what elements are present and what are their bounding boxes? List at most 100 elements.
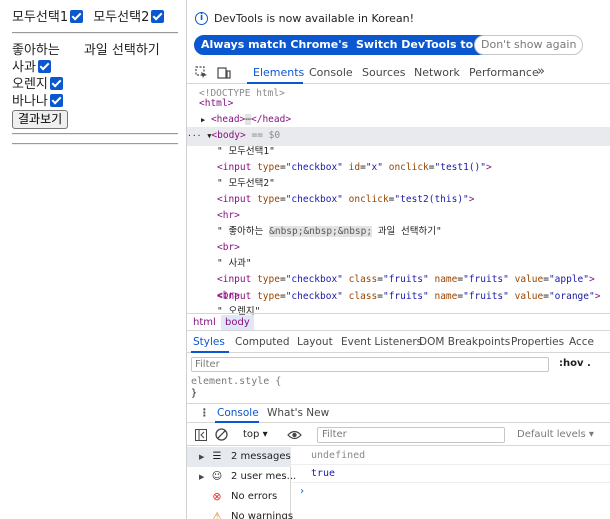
result-button[interactable]: 결과보기 (12, 110, 69, 129)
tab-elements[interactable]: Elements (253, 66, 304, 79)
sidebar-label: No errors (231, 491, 278, 502)
dom-head-close: </head> (251, 114, 292, 125)
element-style-close: } (191, 388, 198, 399)
attr-value: "apple" (548, 274, 589, 285)
drawer-menu-icon[interactable]: ⋮ (199, 407, 210, 419)
console-prompt[interactable]: › (291, 483, 610, 501)
attr-name: type (257, 162, 280, 173)
fruit-banana-label: 바나나 (12, 94, 48, 109)
context-selector[interactable]: top ▾ (243, 429, 268, 440)
expand-arrow-icon[interactable]: ▶ (201, 116, 205, 124)
drawer-tab-console[interactable]: Console (217, 407, 259, 419)
nbsp-entity: &nbsp;&nbsp;&nbsp; (269, 226, 373, 237)
user-icon: ☺ (211, 471, 223, 482)
warning-icon: ⚠ (212, 510, 222, 519)
dom-html-open[interactable]: <html> (199, 95, 233, 113)
fruit-orange-checkbox[interactable] (49, 77, 63, 90)
select-all-2-label: 모두선택2 (93, 10, 150, 25)
dom-input-2[interactable]: <input type="checkbox" onclick="test2(th… (217, 191, 475, 209)
dom-input-apple[interactable]: <input type="checkbox" class="fruits" na… (217, 271, 595, 289)
subtab-layout[interactable]: Layout (297, 336, 333, 348)
subtab-accessibility[interactable]: Acce (569, 336, 594, 348)
subtab-dom-breakpoints[interactable]: DOM Breakpoints (419, 336, 510, 348)
sidebar-label: 2 messages (231, 451, 291, 462)
attr-value: "fruits" (382, 274, 429, 285)
select-all-1-checkbox[interactable] (70, 10, 84, 23)
drawer-tabbar: ⋮ Console What's New (187, 403, 610, 423)
dom-input-1[interactable]: <input type="checkbox" id="x" onclick="t… (217, 159, 492, 177)
error-icon: ⊗ (212, 490, 222, 503)
subtab-styles[interactable]: Styles (193, 336, 225, 348)
tag-close: > (588, 274, 595, 285)
sidebar-item-errors[interactable]: ⊗ No errors (187, 487, 291, 507)
sidebar-label: No warnings (231, 511, 294, 519)
attr-value: "orange" (548, 291, 595, 302)
console-filter-input[interactable]: Filter (317, 427, 505, 443)
select-all-2-checkbox[interactable] (151, 10, 165, 23)
infobar-message: DevTools is now available in Korean! (214, 12, 415, 25)
selected-dots: ··· (187, 131, 202, 140)
fruit-banana-row: 바나나 (12, 93, 63, 110)
sidebar-toggle-icon[interactable] (195, 429, 207, 441)
active-drawer-tab-indicator (215, 421, 259, 423)
default-levels-dropdown[interactable]: Default levels ▾ (517, 429, 594, 440)
attr-name: value (514, 291, 544, 302)
tab-console[interactable]: Console (309, 66, 353, 79)
language-infobar: i DevTools is now available in Korean! A… (187, 0, 610, 62)
web-page: 모두선택1 모두선택2 좋아하는 과일 선택하기 사과 오렌지 바나나 결과보기 (0, 0, 180, 519)
styles-filter-input[interactable]: Filter (191, 357, 549, 372)
dom-text-4[interactable]: " 사과" (217, 255, 252, 273)
attr-name: onclick (388, 162, 429, 173)
heading-like: 좋아하는 (12, 43, 60, 58)
console-result-true: true (291, 465, 610, 483)
fruit-banana-checkbox[interactable] (49, 94, 63, 107)
dom-hr[interactable]: <hr> (217, 207, 240, 225)
clear-console-icon[interactable] (215, 428, 228, 441)
dom-text-1[interactable]: " 모두선택1" (217, 143, 275, 161)
attr-value: "fruits" (382, 291, 429, 302)
eye-icon[interactable] (287, 429, 302, 441)
devtools-tabbar: Elements Console Sources Network Perform… (187, 62, 610, 84)
dont-show-again-button[interactable]: Don't show again (474, 35, 584, 55)
list-icon: ☰ (212, 451, 222, 462)
styles-subtabs: Styles Computed Layout Event Listeners D… (187, 332, 610, 353)
tab-sources[interactable]: Sources (362, 66, 406, 79)
breadcrumb-body[interactable]: body (221, 315, 254, 330)
dom-text-2[interactable]: " 모두선택2" (217, 175, 275, 193)
heading-select: 과일 선택하기 (83, 43, 160, 58)
divider-1 (12, 32, 178, 34)
tab-network[interactable]: Network (414, 66, 460, 79)
inspect-element-icon[interactable] (195, 66, 208, 79)
device-toolbar-icon[interactable] (217, 66, 231, 79)
sidebar-item-user-messages[interactable]: ▶ ☺ 2 user mes... (187, 467, 296, 487)
attr-name: class (348, 291, 378, 302)
subtab-computed[interactable]: Computed (235, 336, 290, 348)
fruit-orange-label: 오렌지 (12, 77, 48, 92)
select-all-row: 모두선택1 모두선택2 (12, 9, 165, 26)
attr-name: name (434, 274, 458, 285)
attr-value: "test2(this)" (394, 194, 469, 205)
drawer-tab-whats-new[interactable]: What's New (267, 407, 329, 419)
subtab-event-listeners[interactable]: Event Listeners (341, 336, 422, 348)
subtab-properties[interactable]: Properties (511, 336, 564, 348)
divider-3 (12, 143, 178, 145)
more-tabs-icon[interactable]: » (537, 64, 545, 79)
sidebar-item-messages[interactable]: ▶ ☰ 2 messages (187, 447, 291, 467)
sidebar-item-warnings[interactable]: ⚠ No warnings (187, 507, 294, 519)
dom-tree: <!DOCTYPE html> <html> ▶ <head>⋯</head> … (187, 85, 610, 317)
dom-text-3[interactable]: " 좋아하는 &nbsp;&nbsp;&nbsp; 과일 선택하기" (217, 223, 442, 241)
divider-2 (12, 133, 178, 135)
attr-name: type (257, 194, 280, 205)
tab-performance[interactable]: Performance (469, 66, 539, 79)
select-all-1-label: 모두선택1 (12, 10, 69, 25)
info-icon: i (195, 12, 208, 25)
breadcrumb-html[interactable]: html (193, 317, 216, 328)
dom-body-tag: <body> (211, 130, 246, 141)
hov-toggle[interactable]: :hov . (559, 358, 591, 369)
dom-br-1[interactable]: <br> (217, 239, 240, 257)
dom-input-orange[interactable]: <input type="checkbox" class="fruits" na… (217, 291, 600, 302)
element-style-selector[interactable]: element.style { (191, 376, 281, 388)
fruit-apple-checkbox[interactable] (37, 60, 51, 73)
text-part: " 좋아하는 (217, 226, 270, 237)
attr-value: "checkbox" (285, 291, 343, 302)
